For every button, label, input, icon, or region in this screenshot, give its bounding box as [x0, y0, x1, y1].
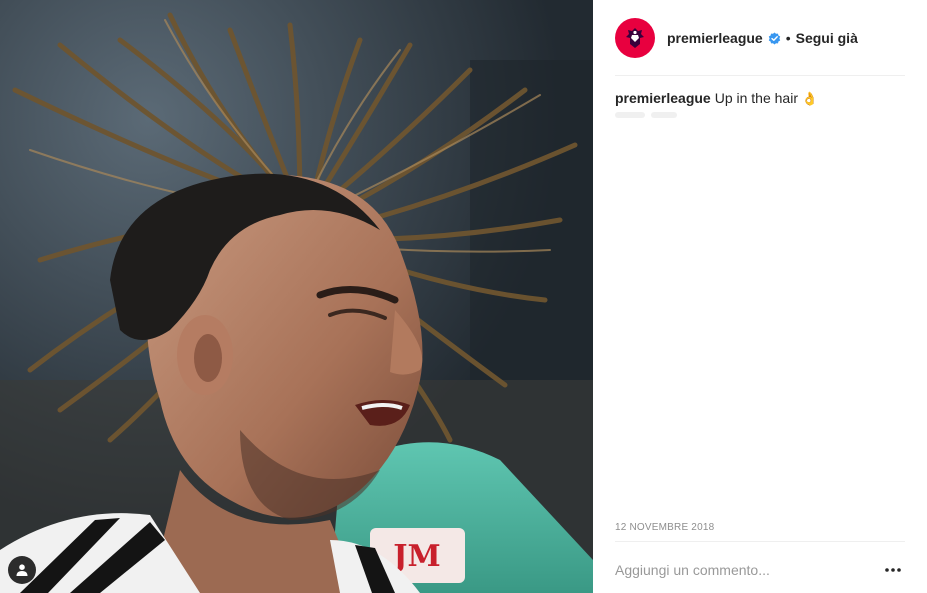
header-divider	[615, 75, 905, 76]
comment-box	[615, 556, 905, 584]
comment-input[interactable]	[615, 558, 882, 582]
post-date[interactable]: 12 NOVEMBRE 2018	[615, 522, 714, 533]
following-button[interactable]: Segui già	[796, 30, 858, 46]
caption-text: Up in the hair	[714, 90, 798, 106]
caption-username[interactable]: premierleague	[615, 90, 711, 106]
account-username[interactable]: premierleague	[667, 30, 763, 46]
verified-badge-icon	[768, 32, 781, 45]
more-options-icon	[885, 568, 901, 572]
post-details-panel: premierleague • Segui già premierleague U…	[593, 0, 927, 593]
comment-divider	[615, 541, 905, 542]
header-separator: •	[785, 30, 791, 46]
caption-meta-placeholder	[615, 112, 685, 120]
ok-hand-emoji: 👌	[801, 92, 819, 107]
person-icon	[16, 564, 28, 576]
avatar[interactable]	[615, 18, 655, 58]
instagram-post: JM premierleague • Segui già premierleag…	[0, 0, 927, 593]
football-player-photo: JM	[0, 0, 593, 593]
post-caption: premierleague Up in the hair 👌	[615, 89, 905, 109]
lion-logo-icon	[626, 28, 644, 48]
tagged-users-button[interactable]	[8, 556, 36, 584]
more-options-button[interactable]	[882, 559, 904, 581]
post-header: premierleague • Segui già	[615, 16, 905, 60]
post-photo[interactable]: JM	[0, 0, 593, 593]
